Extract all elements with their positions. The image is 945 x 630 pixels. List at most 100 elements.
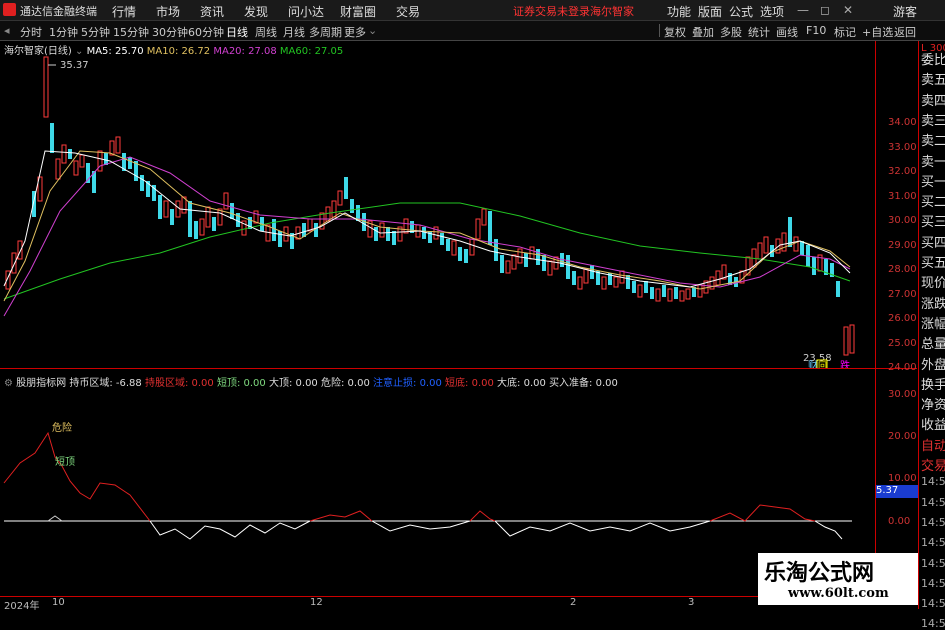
menu-function[interactable]: 功能 <box>667 3 691 20</box>
candle <box>685 288 691 300</box>
quote-label: 换手 <box>921 377 945 393</box>
close-icon[interactable]: ✕ <box>843 3 853 17</box>
candle <box>547 260 553 276</box>
tab-weekly[interactable]: 周线 <box>255 24 277 40</box>
candle <box>212 217 216 231</box>
price-tick: 29.00 <box>888 240 917 251</box>
indicator-chart[interactable]: 危险 短顶 <box>0 371 875 595</box>
tab-multi-period[interactable]: 多周期 <box>309 24 342 40</box>
quote-label: 买二 <box>921 195 945 211</box>
date-tick: 12 <box>310 597 323 608</box>
menu-markets[interactable]: 市场 <box>156 3 180 20</box>
quote-label: 涨跌 <box>921 296 945 312</box>
candle <box>583 268 589 284</box>
candle <box>451 240 457 256</box>
btn-stats[interactable]: 统计 <box>748 24 770 40</box>
candle <box>205 206 211 228</box>
btn-draw[interactable]: 画线 <box>776 24 798 40</box>
finance-box[interactable]: 回 <box>818 361 827 368</box>
candle <box>488 211 492 245</box>
menu-trade[interactable]: 交易 <box>396 3 420 20</box>
ind-tick: 30.00 <box>888 389 917 400</box>
menu-market[interactable]: 行情 <box>112 3 136 20</box>
menu-formula[interactable]: 公式 <box>729 3 753 20</box>
candle <box>679 290 685 302</box>
candle <box>469 238 475 256</box>
app-logo-icon <box>3 3 16 16</box>
guest-label[interactable]: 游客 <box>893 3 917 20</box>
candle <box>194 221 198 239</box>
btn-back[interactable]: 返回 <box>894 24 916 40</box>
tab-30min[interactable]: 30分钟 <box>152 24 188 40</box>
drop-badge[interactable]: 跌 <box>840 359 850 368</box>
btn-f10[interactable]: F10 <box>806 24 826 37</box>
candle <box>446 239 450 251</box>
tab-intraday[interactable]: 分时 <box>20 24 42 40</box>
tab-60min[interactable]: 60分钟 <box>188 24 224 40</box>
quote-label: 14:56 <box>921 495 945 509</box>
candle <box>697 284 703 298</box>
menu-options[interactable]: 选项 <box>760 3 784 20</box>
chart-info-line: 海尔智家(日线) ⌄ MA5: 25.70 MA10: 26.72 MA20: … <box>4 42 343 57</box>
btn-mark[interactable]: 标记 <box>834 24 856 40</box>
watermark-url: www.60lt.com <box>788 586 889 601</box>
candle <box>572 271 576 285</box>
date-tick: 3 <box>688 597 695 608</box>
main-chart-area[interactable]: 35.37 23.58 财 回 跌 <box>0 41 917 369</box>
ind-tick: 0.00 <box>888 516 911 527</box>
login-notice[interactable]: 证券交易未登录 <box>513 3 590 19</box>
price-tick: 30.00 <box>888 215 917 226</box>
menu-news[interactable]: 资讯 <box>200 3 224 20</box>
price-tick: 32.00 <box>888 166 917 177</box>
candle <box>505 260 511 274</box>
candle <box>50 123 54 153</box>
tab-daily[interactable]: 日线 <box>226 24 248 40</box>
candle <box>128 157 132 169</box>
candle <box>458 247 462 261</box>
candle <box>475 218 481 240</box>
current-value-tag: 5.37 <box>876 485 918 498</box>
price-axis: 34.00 33.00 32.00 31.00 30.00 29.00 28.0… <box>875 41 918 373</box>
candle <box>188 201 192 237</box>
collapse-icon[interactable]: ⌄ <box>75 46 83 57</box>
candle <box>662 285 666 297</box>
btn-multi-stock[interactable]: 多股 <box>720 24 742 40</box>
menu-askda[interactable]: 问小达 <box>288 3 324 20</box>
candle <box>601 276 607 290</box>
quote-label: 卖四 <box>921 93 945 109</box>
menu-discover[interactable]: 发现 <box>244 3 268 20</box>
menu-wealth[interactable]: 财富圈 <box>340 3 376 20</box>
candle <box>440 233 444 245</box>
restore-icon[interactable]: ◻ <box>820 3 830 17</box>
indicator-line <box>149 520 311 540</box>
menu-layout[interactable]: 版面 <box>698 3 722 20</box>
btn-overlay[interactable]: 叠加 <box>692 24 714 40</box>
btn-add-watch[interactable]: +自选 <box>862 24 893 40</box>
candle <box>613 276 619 288</box>
candle <box>55 158 61 180</box>
minimize-icon[interactable]: — <box>797 3 809 17</box>
candle <box>337 190 343 206</box>
tab-1min[interactable]: 1分钟 <box>49 24 78 40</box>
stock-name[interactable]: 海尔智家(日线) <box>4 46 72 57</box>
quote-label: 买一 <box>921 174 945 190</box>
kline-chart[interactable]: 35.37 23.58 财 回 跌 <box>0 41 875 368</box>
tab-more[interactable]: 更多 <box>344 24 366 40</box>
ma60-value: MA60: 27.05 <box>279 46 344 57</box>
tab-monthly[interactable]: 月线 <box>283 24 305 40</box>
candle <box>230 203 234 219</box>
btn-restore-right[interactable]: 复权 <box>664 24 686 40</box>
stock-notice: 海尔智家 <box>590 5 634 18</box>
candle <box>524 253 528 267</box>
more-dropdown-icon[interactable]: ⌄ <box>368 24 377 37</box>
tab-15min[interactable]: 15分钟 <box>113 24 149 40</box>
candles <box>5 56 855 356</box>
toolbar-expand-icon[interactable]: ◂ <box>4 24 10 37</box>
quote-label: 收益 <box>921 418 945 434</box>
candle <box>849 324 855 354</box>
candle <box>674 287 678 299</box>
candle <box>403 218 409 234</box>
tab-5min[interactable]: 5分钟 <box>81 24 110 40</box>
candle <box>217 208 223 226</box>
candle <box>566 255 570 279</box>
